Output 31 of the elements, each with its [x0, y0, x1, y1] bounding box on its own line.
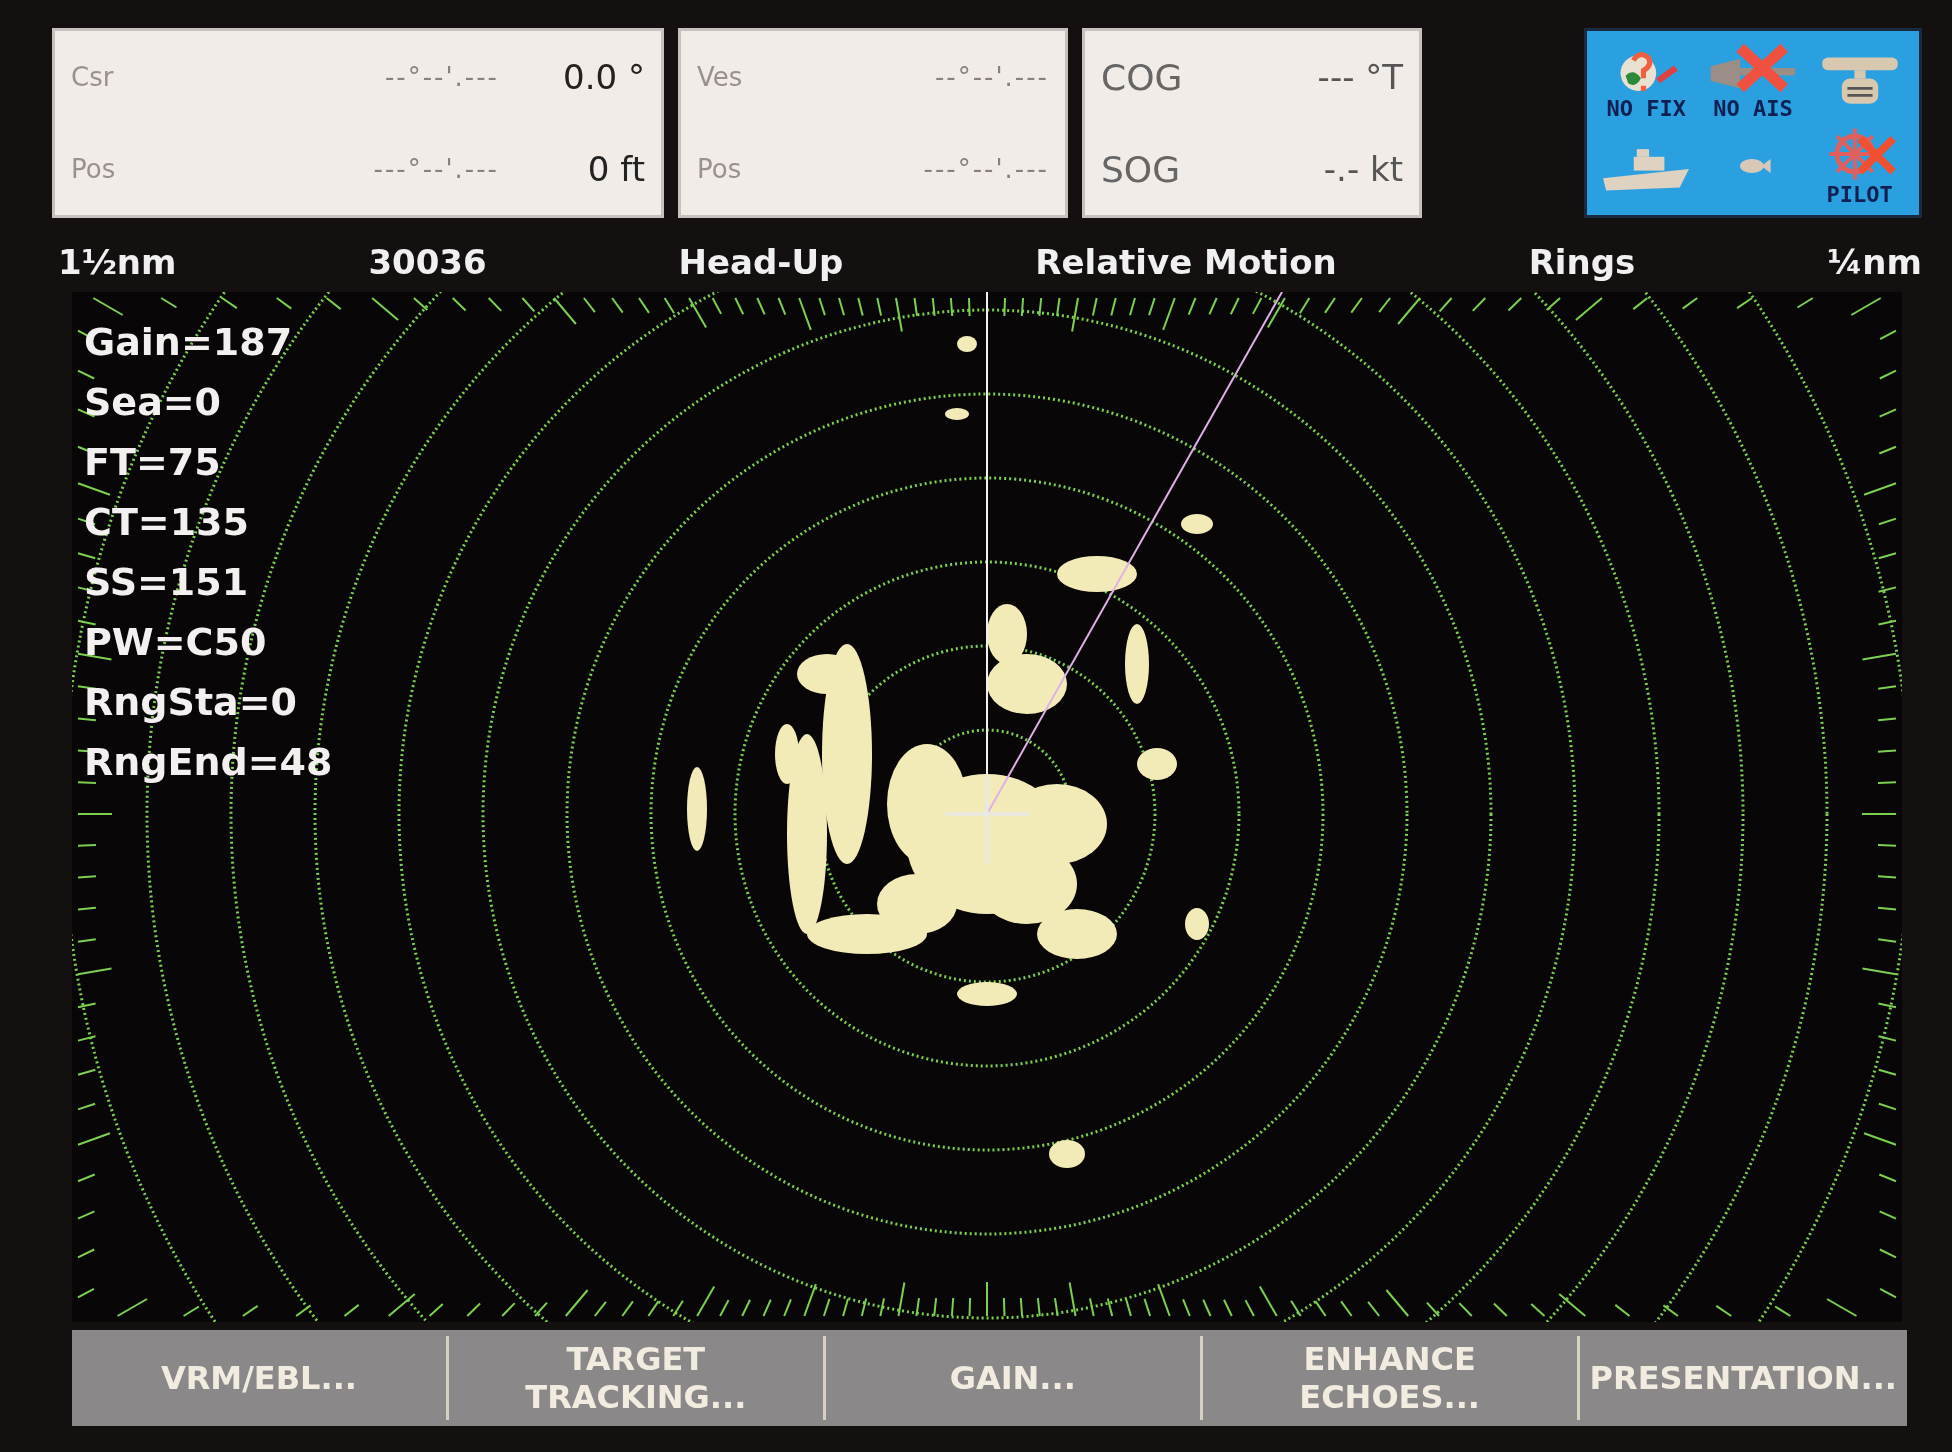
radar-setting: FT=75: [84, 439, 222, 486]
field-value: --- °T: [1316, 57, 1403, 97]
status-label: NO AIS: [1713, 95, 1793, 121]
field-label: COG: [1101, 56, 1183, 98]
radar-setting: SS=151: [84, 559, 250, 606]
status-text: 1½nm: [58, 242, 177, 282]
radar-setting: PW=C50: [84, 619, 268, 666]
status-text: Rings: [1528, 242, 1636, 282]
coordinate-value: ---°--'.---: [922, 154, 1049, 184]
field-value: 0 ft: [586, 149, 645, 189]
field-label: Pos: [697, 154, 743, 184]
radar-setting: RngEnd=48: [84, 739, 333, 786]
status-text: 30036: [368, 242, 487, 282]
coordinate-value: --°--'.---: [383, 62, 499, 92]
coordinate-value: ---°--'.---: [372, 154, 499, 184]
field-label: Ves: [697, 62, 744, 92]
status-text: Head-Up: [678, 242, 844, 282]
vessel-cross-icon: [945, 774, 1029, 864]
field-label: Pos: [71, 154, 117, 184]
status-text: Relative Motion: [1035, 242, 1337, 282]
status-label: NO FIX: [1606, 95, 1687, 121]
field-value: 0.0 °: [562, 57, 645, 97]
field-value: -.- kt: [1322, 149, 1403, 189]
status-text: ¼nm: [1827, 242, 1922, 282]
radar-setting: Gain=187: [84, 319, 294, 366]
radar-setting: Sea=0: [84, 379, 223, 426]
field-label: Csr: [71, 62, 115, 92]
field-label: SOG: [1101, 148, 1181, 190]
radar-setting: RngSta=0: [84, 679, 298, 726]
status-label: PILOT: [1826, 181, 1893, 207]
coordinate-value: --°--'.---: [933, 62, 1049, 92]
